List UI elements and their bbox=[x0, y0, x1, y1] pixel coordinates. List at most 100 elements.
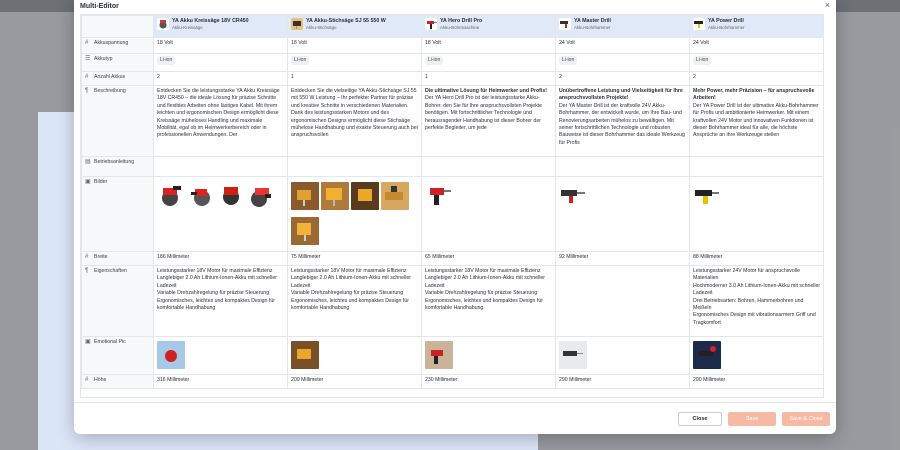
table-cell[interactable]: 290 Millimeter bbox=[555, 374, 690, 390]
table-cell[interactable]: 200 Millimeter bbox=[287, 374, 422, 390]
table-cell[interactable]: Leistungsstarker 18V Motor für maximale … bbox=[287, 265, 422, 337]
row-eigenschaften: ¶ Eigenschaften Leistungsstarker 18V Moto… bbox=[81, 265, 823, 337]
table-cell[interactable]: Leistungsstarker 18V Motor für maximale … bbox=[153, 265, 288, 337]
close-button[interactable]: Close bbox=[678, 411, 722, 426]
product-category: Akku-Stichsäge bbox=[306, 24, 337, 30]
table-cell[interactable] bbox=[421, 156, 556, 177]
product-image[interactable] bbox=[187, 182, 215, 210]
jigsaw-thumb bbox=[291, 18, 303, 30]
table-cell[interactable]: 18 Volt bbox=[153, 37, 288, 54]
table-cell[interactable] bbox=[153, 176, 288, 252]
product-image[interactable] bbox=[381, 182, 409, 210]
tag-chip: Li-ion bbox=[425, 56, 444, 66]
row-akkuspannung: # Akkuspannung 18 Volt 18 Volt 18 Volt 24… bbox=[81, 37, 823, 54]
row-label: # Anzahl Akkus bbox=[81, 71, 154, 86]
table-cell[interactable]: 18 Volt bbox=[287, 37, 422, 54]
product-image[interactable] bbox=[247, 182, 275, 210]
table-cell[interactable] bbox=[689, 335, 823, 376]
emotional-image[interactable] bbox=[693, 341, 721, 369]
product-column-header[interactable]: YA Master Drill Akku-Bohrhammer bbox=[555, 15, 690, 38]
row-label: ▣ Bilder bbox=[81, 176, 154, 252]
table-cell[interactable]: Li-ion bbox=[287, 53, 422, 72]
table-cell[interactable]: 88 Millimeter bbox=[689, 251, 823, 266]
product-name: YA Akku Kreissäge 18V CR450 bbox=[172, 18, 249, 24]
row-breite: # Breite 186 Millimeter 75 Millimeter 65 … bbox=[81, 251, 823, 266]
table-cell[interactable] bbox=[421, 335, 556, 376]
table-cell[interactable]: Entdecken Sie die leistungsstarke YA Akk… bbox=[153, 85, 288, 157]
document-icon: ▤ bbox=[85, 159, 91, 165]
emotional-image[interactable] bbox=[425, 341, 453, 369]
product-column-header[interactable]: YA Akku-Stichsäge SJ 55 550 W Akku-Stichs… bbox=[287, 15, 422, 38]
product-image[interactable] bbox=[291, 216, 319, 245]
emotional-image[interactable] bbox=[157, 341, 185, 369]
table-cell[interactable] bbox=[287, 335, 422, 376]
table-cell[interactable]: 24 Volt bbox=[689, 37, 823, 54]
table-cell[interactable]: 316 Millimeter bbox=[153, 374, 288, 390]
hammer-drill-thumb bbox=[559, 18, 571, 30]
product-image[interactable] bbox=[291, 182, 319, 210]
product-image[interactable] bbox=[217, 182, 245, 210]
table-cell[interactable]: 1 bbox=[421, 71, 556, 86]
save-button[interactable]: Save bbox=[728, 411, 776, 426]
product-column-header[interactable]: YA Akku Kreissäge 18V CR450 Akku-Kreissäg… bbox=[153, 15, 288, 38]
row-label: ▣ Emotional Pic bbox=[81, 335, 154, 376]
emotional-image[interactable] bbox=[291, 341, 319, 369]
table-cell[interactable]: 92 Millimeter bbox=[555, 251, 690, 266]
multi-editor-modal: Multi-Editor × YA Akku Kreissäge 18V CR4… bbox=[74, 0, 836, 434]
table-cell[interactable] bbox=[689, 156, 823, 177]
table-cell[interactable] bbox=[555, 176, 690, 252]
table-cell[interactable] bbox=[555, 335, 690, 376]
row-beschreibung: ¶ Beschreibung Entdecken Sie die leistung… bbox=[81, 85, 823, 157]
table-cell[interactable]: 230 Millimeter bbox=[421, 374, 556, 390]
list-icon: ☰ bbox=[85, 56, 91, 62]
save-and-close-button[interactable]: Save & Close bbox=[782, 411, 830, 426]
table-cell[interactable] bbox=[555, 265, 690, 337]
table-cell[interactable] bbox=[421, 176, 556, 252]
table-cell[interactable] bbox=[287, 156, 422, 177]
product-image[interactable] bbox=[351, 182, 379, 210]
table-cell[interactable] bbox=[153, 156, 288, 177]
product-image[interactable] bbox=[321, 182, 349, 210]
row-label: ▤ Betriebsanleitung bbox=[81, 156, 154, 177]
table-cell[interactable] bbox=[153, 335, 288, 376]
product-column-header[interactable]: YA Hero Drill Pro Akku-Bohrmaschine bbox=[421, 15, 556, 38]
table-cell[interactable]: Die ultimative Lösung für Heimwerker und… bbox=[421, 85, 556, 157]
product-image[interactable] bbox=[157, 182, 185, 210]
table-cell[interactable] bbox=[689, 176, 823, 252]
product-image[interactable] bbox=[559, 182, 587, 210]
product-image[interactable] bbox=[425, 182, 453, 210]
table-cell[interactable]: Li-ion bbox=[689, 53, 823, 72]
table-cell[interactable]: 65 Millimeter bbox=[421, 251, 556, 266]
table-cell[interactable]: Entdecken Sie die vielseitige YA Akku-St… bbox=[287, 85, 422, 157]
close-icon[interactable]: × bbox=[825, 1, 830, 10]
emotional-image[interactable] bbox=[559, 341, 587, 369]
table-cell[interactable]: 75 Millimeter bbox=[287, 251, 422, 266]
table-cell[interactable]: 1 bbox=[287, 71, 422, 86]
table-cell[interactable]: 186 Millimeter bbox=[153, 251, 288, 266]
product-column-header[interactable]: YA Power Drill Akku-Bohrhammer bbox=[689, 15, 823, 38]
product-header-row: YA Akku Kreissäge 18V CR450 Akku-Kreissäg… bbox=[81, 15, 823, 38]
row-label: # Breite bbox=[81, 251, 154, 266]
table-cell[interactable]: Li-ion bbox=[421, 53, 556, 72]
circular-saw-thumb bbox=[157, 18, 169, 30]
modal-header: Multi-Editor × bbox=[74, 0, 836, 12]
table-cell[interactable]: 24 Volt bbox=[555, 37, 690, 54]
tag-chip: Li-ion bbox=[157, 56, 176, 66]
table-cell[interactable]: Leistungsstarker 18V Motor für maximale … bbox=[421, 265, 556, 337]
table-cell[interactable]: Li-ion bbox=[153, 53, 288, 72]
row-label: # Höhe bbox=[81, 374, 154, 390]
text-icon: ¶ bbox=[85, 88, 89, 94]
table-cell[interactable]: Unübertroffene Leistung und Vielseitigke… bbox=[555, 85, 690, 157]
table-cell[interactable] bbox=[287, 176, 422, 252]
table-cell[interactable]: Leistungsstarker 24V Motor für anspruchs… bbox=[689, 265, 823, 337]
table-cell[interactable]: 2 bbox=[689, 71, 823, 86]
product-image[interactable] bbox=[693, 182, 721, 210]
table-cell[interactable]: 290 Millimeter bbox=[689, 374, 823, 390]
table-cell[interactable]: 2 bbox=[555, 71, 690, 86]
table-cell[interactable] bbox=[555, 156, 690, 177]
table-cell[interactable]: Li-ion bbox=[555, 53, 690, 72]
table-cell[interactable]: Mehr Power, mehr Präzision – für anspruc… bbox=[689, 85, 823, 157]
table-cell[interactable]: 18 Volt bbox=[421, 37, 556, 54]
table-cell[interactable]: 2 bbox=[153, 71, 288, 86]
text-icon: ¶ bbox=[85, 268, 89, 274]
